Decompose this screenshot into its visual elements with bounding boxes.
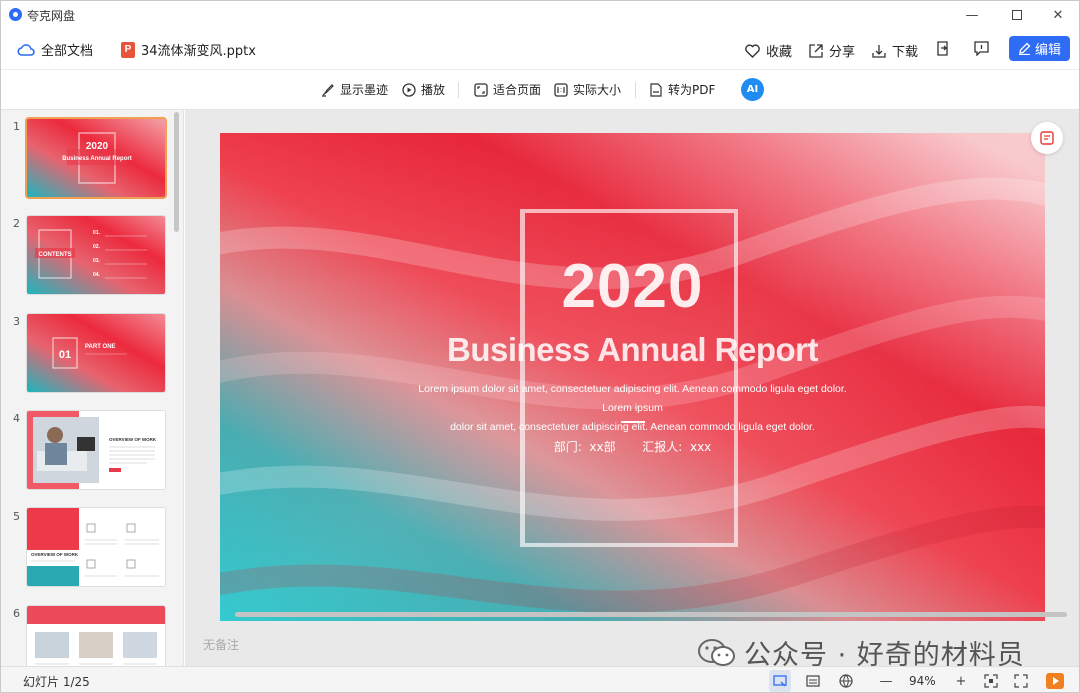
toolbar-divider <box>458 82 459 98</box>
slideshow-play-icon[interactable] <box>1046 673 1064 689</box>
viewer-toolbar: 显示墨迹 播放 适合页面 实际大小 转为PDF AI <box>1 69 1079 110</box>
share-icon <box>809 43 823 58</box>
all-docs-link[interactable]: 全部文档 <box>17 40 93 59</box>
minimize-icon[interactable]: — <box>949 1 995 29</box>
fit-page-label: 适合页面 <box>493 83 542 97</box>
slide-year: 2020 <box>561 252 704 321</box>
fit-page-button[interactable]: 适合页面 <box>474 81 541 98</box>
notes-toggle-button[interactable] <box>1031 122 1063 154</box>
export-button[interactable] <box>936 41 949 56</box>
actual-size-label: 实际大小 <box>573 83 622 97</box>
heart-icon <box>745 43 760 58</box>
zoom-level: 94% <box>909 674 936 688</box>
slide-thumbnail-2[interactable]: CONTENTS 01. 02. 03. 04. <box>27 216 165 294</box>
toolbar-divider <box>635 82 636 98</box>
ai-assistant-button[interactable]: AI <box>741 78 764 101</box>
svg-text:01: 01 <box>59 349 71 361</box>
thumb-number: 4 <box>13 412 20 425</box>
pptx-file-icon: P <box>121 41 135 58</box>
note-icon <box>1040 131 1054 145</box>
wechat-icon <box>698 638 735 666</box>
slide-meta: 部门: xx部 汇报人: xxx <box>553 440 712 454</box>
all-docs-label: 全部文档 <box>41 44 94 59</box>
svg-text:03.: 03. <box>93 258 101 264</box>
notes-view-icon[interactable] <box>804 672 822 690</box>
app-logo-icon <box>9 8 22 21</box>
ink-pen-icon <box>322 83 334 97</box>
slide-counter: 幻灯片 1/25 <box>23 675 90 689</box>
web-view-icon[interactable] <box>837 672 855 690</box>
notes-placeholder: 无备注 <box>203 638 240 652</box>
slide-thumbnail-panel[interactable]: 1 2020 Business Annual Report 2 CONTENTS… <box>1 110 184 666</box>
app-window: 夸克网盘 — ✕ 全部文档 P 34流体渐变风.pptx 收藏 分享 下载 编辑… <box>0 0 1080 693</box>
current-slide: 2020 Business Annual Report Lorem ipsum … <box>220 133 1045 621</box>
svg-text:01.: 01. <box>93 230 101 236</box>
comment-button[interactable] <box>974 41 989 56</box>
pencil-icon <box>1018 42 1031 55</box>
document-header: 全部文档 P 34流体渐变风.pptx 收藏 分享 下载 <box>1 29 1079 69</box>
svg-text:OVERVIEW OF WORK: OVERVIEW OF WORK <box>109 437 157 442</box>
favorite-label: 收藏 <box>766 45 793 60</box>
slide-thumbnail-6[interactable] <box>27 606 165 666</box>
svg-text:Business Annual Report: Business Annual Report <box>62 156 131 162</box>
download-button[interactable]: 下载 <box>872 41 918 60</box>
share-label: 分享 <box>829 45 856 60</box>
sidebar-scrollbar[interactable] <box>174 112 179 232</box>
horizontal-scrollbar[interactable] <box>235 612 1067 617</box>
zoom-out-icon[interactable]: — <box>877 672 895 690</box>
show-ink-label: 显示墨迹 <box>340 83 389 97</box>
status-bar: 幻灯片 1/25 — 94% + <box>1 666 1079 692</box>
slide-view-icon[interactable] <box>771 672 789 690</box>
fit-window-icon[interactable] <box>982 672 1000 690</box>
svg-text:PART ONE: PART ONE <box>85 344 116 350</box>
play-circle-icon <box>402 82 416 97</box>
slide-body-line: Lorem ipsum dolor sit amet, consectetuer… <box>418 383 847 414</box>
slide-thumbnail-5[interactable]: OVERVIEW OF WORK <box>27 508 165 586</box>
edit-label: 编辑 <box>1034 43 1061 58</box>
file-name-label: 34流体渐变风.pptx <box>141 44 256 59</box>
app-title: 夸克网盘 <box>27 9 76 23</box>
play-label: 播放 <box>421 83 446 97</box>
zoom-in-icon[interactable]: + <box>952 672 970 690</box>
thumb-number: 6 <box>13 607 20 620</box>
show-ink-button[interactable]: 显示墨迹 <box>321 81 388 98</box>
favorite-button[interactable]: 收藏 <box>745 41 792 60</box>
thumb-number: 1 <box>13 120 20 133</box>
svg-text:04.: 04. <box>93 272 101 278</box>
play-button[interactable]: 播放 <box>402 81 445 98</box>
export-icon <box>937 41 948 56</box>
slide-preview-area: 2020 Business Annual Report Lorem ipsum … <box>185 110 1079 666</box>
thumb-number: 5 <box>13 510 20 523</box>
svg-text:CONTENTS: CONTENTS <box>39 252 72 258</box>
slide-thumbnail-4[interactable]: OVERVIEW OF WORK <box>27 411 165 489</box>
close-icon[interactable]: ✕ <box>1035 1 1079 29</box>
maximize-icon[interactable] <box>994 1 1040 29</box>
slide-thumbnail-1[interactable]: 2020 Business Annual Report <box>27 119 165 197</box>
svg-text:2020: 2020 <box>86 141 109 152</box>
slide-thumbnail-3[interactable]: 01 PART ONE <box>27 314 165 392</box>
cloud-icon <box>17 43 35 56</box>
slide-body-text: Lorem ipsum dolor sit amet, consectetuer… <box>405 380 860 437</box>
title-divider <box>621 421 645 423</box>
share-button[interactable]: 分享 <box>809 41 855 60</box>
svg-text:02.: 02. <box>93 244 101 250</box>
download-label: 下载 <box>892 45 919 60</box>
comment-icon <box>974 41 989 56</box>
convert-pdf-label: 转为PDF <box>668 83 716 97</box>
fit-page-icon <box>474 82 488 97</box>
thumb-number: 3 <box>13 315 20 328</box>
actual-size-icon <box>554 82 568 97</box>
edit-button[interactable]: 编辑 <box>1009 36 1070 61</box>
svg-text:OVERVIEW OF WORK: OVERVIEW OF WORK <box>31 552 79 557</box>
file-name: P 34流体渐变风.pptx <box>121 40 256 59</box>
ai-label: AI <box>746 84 759 95</box>
pdf-icon <box>650 82 662 97</box>
actual-size-button[interactable]: 实际大小 <box>554 81 621 98</box>
fullscreen-icon[interactable] <box>1012 672 1030 690</box>
slide-title: Business Annual Report <box>447 331 819 368</box>
download-icon <box>872 44 886 58</box>
convert-pdf-button[interactable]: 转为PDF <box>649 81 715 98</box>
thumb-number: 2 <box>13 217 20 230</box>
title-bar: 夸克网盘 — ✕ <box>1 1 1079 29</box>
